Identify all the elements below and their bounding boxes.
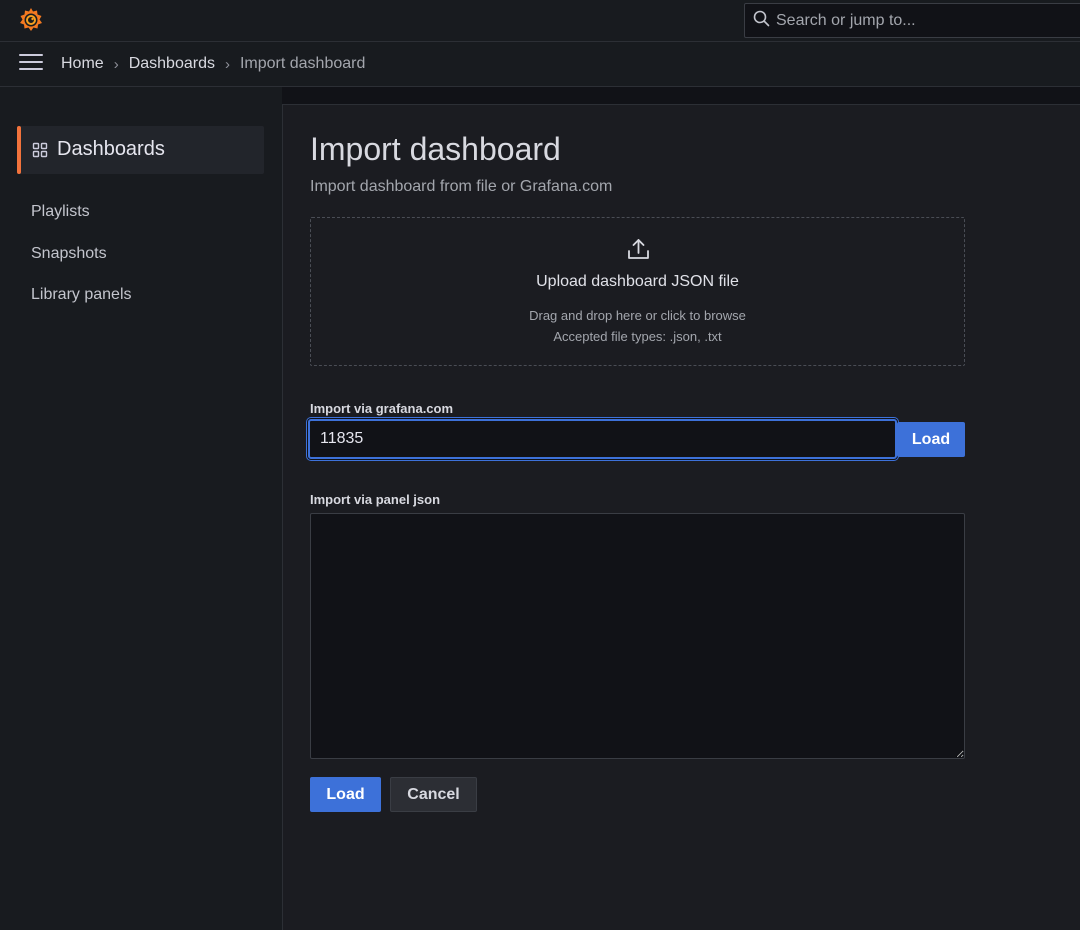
- upload-dropzone[interactable]: Upload dashboard JSON file Drag and drop…: [310, 217, 965, 366]
- sidebar-item-snapshots[interactable]: Snapshots: [31, 245, 107, 263]
- sidebar-item-dashboards[interactable]: Dashboards: [17, 126, 264, 174]
- page-title: Import dashboard: [310, 131, 561, 167]
- breadcrumb-separator: ›: [224, 55, 230, 73]
- sidebar-item-library-panels[interactable]: Library panels: [31, 286, 132, 304]
- search-icon: [753, 10, 770, 32]
- grafana-com-load-button[interactable]: Load: [897, 422, 965, 457]
- upload-file-types: Accepted file types: .json, .txt: [553, 329, 722, 344]
- panel-json-textarea[interactable]: [310, 513, 965, 759]
- grafana-com-label: Import via grafana.com: [310, 401, 454, 416]
- search-bar[interactable]: Search or jump to...: [744, 3, 1080, 38]
- sidebar-item-playlists[interactable]: Playlists: [31, 203, 90, 221]
- apps-grid-icon: [32, 142, 48, 158]
- load-button[interactable]: Load: [310, 777, 381, 812]
- upload-title: Upload dashboard JSON file: [536, 273, 739, 290]
- hamburger-menu-icon[interactable]: [19, 54, 43, 74]
- breadcrumb-home[interactable]: Home: [61, 55, 104, 73]
- grafana-com-input[interactable]: [308, 419, 897, 459]
- upload-icon: [626, 237, 651, 262]
- breadcrumb-bar: Home › Dashboards › Import dashboard: [0, 42, 1080, 87]
- upload-hint: Drag and drop here or click to browse: [529, 308, 746, 323]
- active-indicator: [17, 126, 21, 174]
- panel-json-label: Import via panel json: [310, 492, 441, 507]
- breadcrumb-dashboards[interactable]: Dashboards: [129, 55, 215, 73]
- breadcrumb-current: Import dashboard: [239, 55, 366, 72]
- top-bar: Search or jump to...: [0, 0, 1080, 42]
- page-subtitle: Import dashboard from file or Grafana.co…: [310, 178, 613, 195]
- breadcrumb-separator: ›: [113, 55, 119, 73]
- breadcrumb: Home › Dashboards › Import dashboard: [61, 55, 365, 73]
- search-placeholder: Search or jump to...: [776, 11, 916, 29]
- sidebar: Dashboards Playlists Snapshots Library p…: [0, 87, 282, 930]
- main-content: Import dashboard Import dashboard from f…: [282, 104, 1080, 930]
- sidebar-active-label: Dashboards: [57, 138, 165, 160]
- cancel-button[interactable]: Cancel: [390, 777, 477, 812]
- grafana-logo-icon[interactable]: [17, 6, 45, 34]
